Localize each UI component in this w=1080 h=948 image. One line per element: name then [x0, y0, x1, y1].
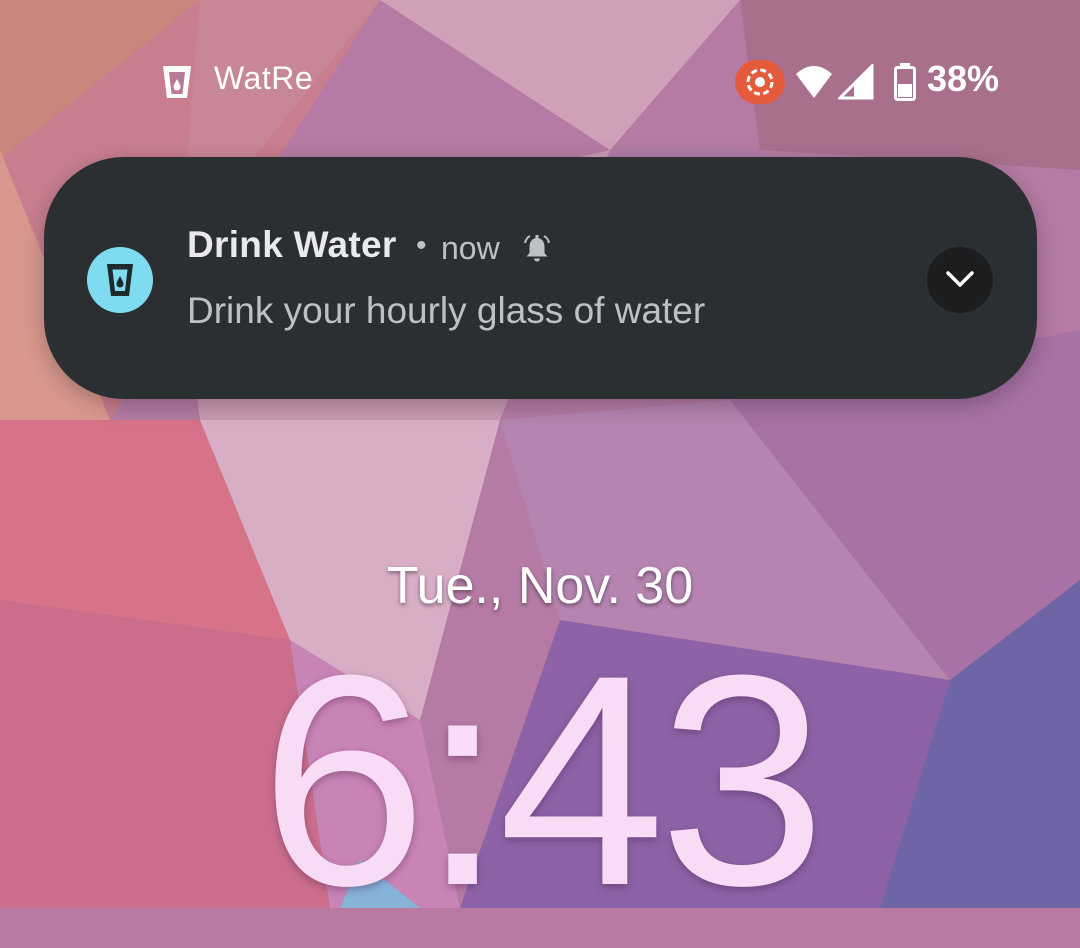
- screen-record-icon[interactable]: [735, 60, 785, 104]
- lockscreen-date: Tue., Nov. 30: [386, 557, 694, 615]
- status-bar: WatRe 38%: [0, 0, 1080, 160]
- lockscreen-clock: 6:43: [260, 612, 826, 948]
- bell-icon: [522, 234, 552, 269]
- battery-icon: [893, 62, 917, 107]
- water-glass-icon: [87, 247, 153, 313]
- expand-button[interactable]: [927, 247, 993, 313]
- water-glass-icon: [160, 64, 194, 100]
- battery-percent: 38%: [927, 58, 1000, 99]
- status-bar-app-name: WatRe: [214, 60, 314, 96]
- notification-title: Drink Water: [187, 224, 397, 265]
- notification-separator: •: [416, 229, 427, 262]
- notification-time: now: [441, 230, 500, 266]
- wifi-icon: [794, 64, 834, 105]
- notification-text: Drink your hourly glass of water: [187, 290, 706, 331]
- chevron-down-icon: [946, 271, 974, 287]
- notification-card[interactable]: Drink Water • now Drink your hourly glas…: [44, 157, 1037, 399]
- cell-signal-icon: [836, 62, 874, 105]
